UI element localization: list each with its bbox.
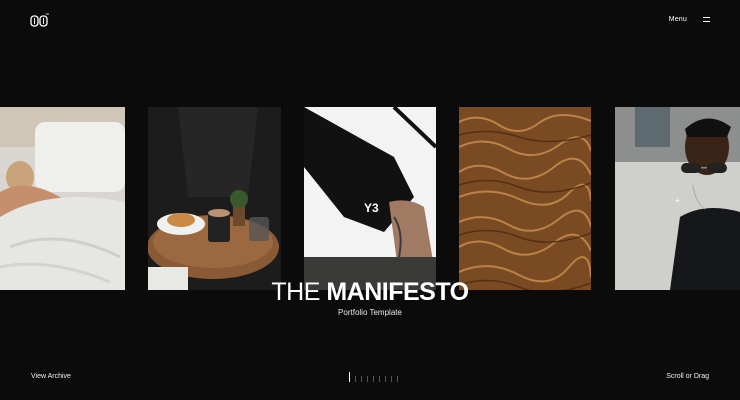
scroll-hint: Scroll or Drag [666,373,709,380]
svg-text:+: + [675,196,680,205]
progress-tick[interactable] [349,372,350,382]
progress-tick[interactable] [391,376,392,382]
title-light: THE [271,278,320,306]
photo-brown-fur-texture[interactable] [459,107,591,290]
logo-trademark: ™ [45,12,49,17]
view-archive-link[interactable]: View Archive [31,373,71,380]
progress-tick[interactable] [373,376,374,382]
progress-tick[interactable] [355,376,356,382]
progress-tick[interactable] [361,376,362,382]
title-bold: MANIFESTO [326,278,469,306]
progress-tick[interactable] [379,376,380,382]
menu-label: Menu [668,16,687,23]
progress-tick[interactable] [367,376,368,382]
menu-button[interactable]: Menu [669,16,710,23]
gallery-progress-indicator[interactable] [349,372,398,382]
photo-person-in-bed[interactable] [0,107,125,290]
page-subtitle: Portfolio Template [338,308,402,317]
hamburger-icon[interactable] [703,17,710,22]
gallery-strip[interactable]: Y3 + [0,107,740,290]
photo-man-with-sunglasses[interactable]: + [615,107,740,290]
photo-y3-shoulder-bag[interactable]: Y3 [304,107,436,290]
page-title: THE MANIFESTO [0,277,740,307]
bag-logo-text: Y3 [364,201,379,215]
progress-tick[interactable] [385,376,386,382]
progress-tick[interactable] [397,376,398,382]
photo-coffee-croissant-table[interactable] [148,107,281,290]
